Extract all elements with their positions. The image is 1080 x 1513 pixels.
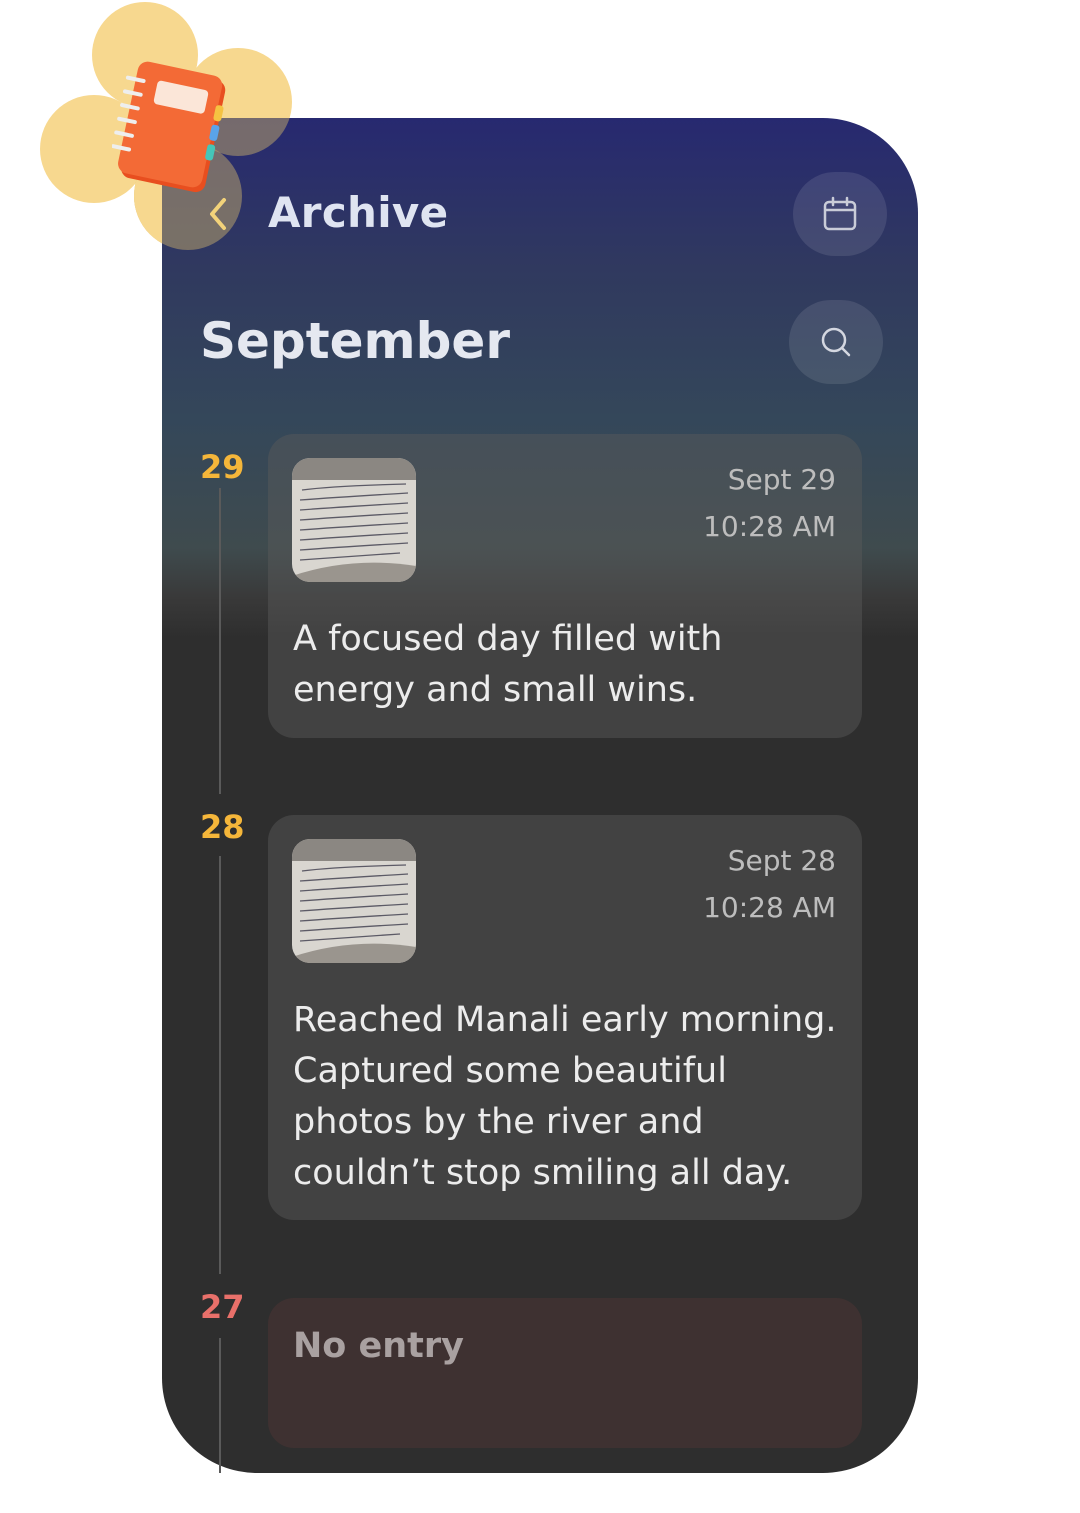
entry-photo (292, 458, 416, 582)
timeline-line (219, 856, 221, 1274)
entry-card[interactable]: Sept 28 10:28 AM Reached Manali early mo… (268, 815, 862, 1220)
entry-text: A focused day filled with energy and sma… (293, 614, 840, 716)
no-entry-label: No entry (293, 1326, 464, 1366)
entry-time: 10:28 AM (703, 510, 836, 543)
no-entry-card[interactable]: No entry (268, 1298, 862, 1448)
entry-text-line: couldn’t stop smiling all day. (293, 1153, 793, 1193)
day-number: 28 (200, 808, 245, 846)
page-title: Archive (268, 188, 449, 237)
timeline-line (219, 488, 221, 794)
search-icon (821, 327, 851, 357)
entry-text-line: Captured some beautiful (293, 1051, 727, 1091)
entry-card[interactable]: Sept 29 10:28 AM A focused day filled wi… (268, 434, 862, 738)
day-number: 29 (200, 448, 245, 486)
search-button[interactable] (789, 300, 883, 384)
day-number: 27 (200, 1288, 245, 1326)
entry-text-line: A focused day filled with (293, 619, 723, 659)
entry-date: Sept 29 (727, 463, 836, 496)
entry-text-line: photos by the river and (293, 1102, 704, 1142)
calendar-icon (823, 196, 857, 231)
calendar-button[interactable] (793, 172, 887, 256)
month-title: September (200, 312, 510, 370)
notebook-icon (112, 61, 226, 193)
entry-photo (292, 839, 416, 963)
entry-text: Reached Manali early morning. Captured s… (293, 995, 840, 1199)
entry-meta: Sept 28 10:28 AM (703, 837, 836, 931)
chevron-left-icon[interactable] (200, 190, 236, 238)
entry-date: Sept 28 (727, 844, 836, 877)
entry-time: 10:28 AM (703, 891, 836, 924)
entry-meta: Sept 29 10:28 AM (703, 456, 836, 550)
timeline-line (219, 1338, 221, 1473)
entry-text-line: Reached Manali early morning. (293, 1000, 837, 1040)
entry-text-line: energy and small wins. (293, 670, 698, 710)
